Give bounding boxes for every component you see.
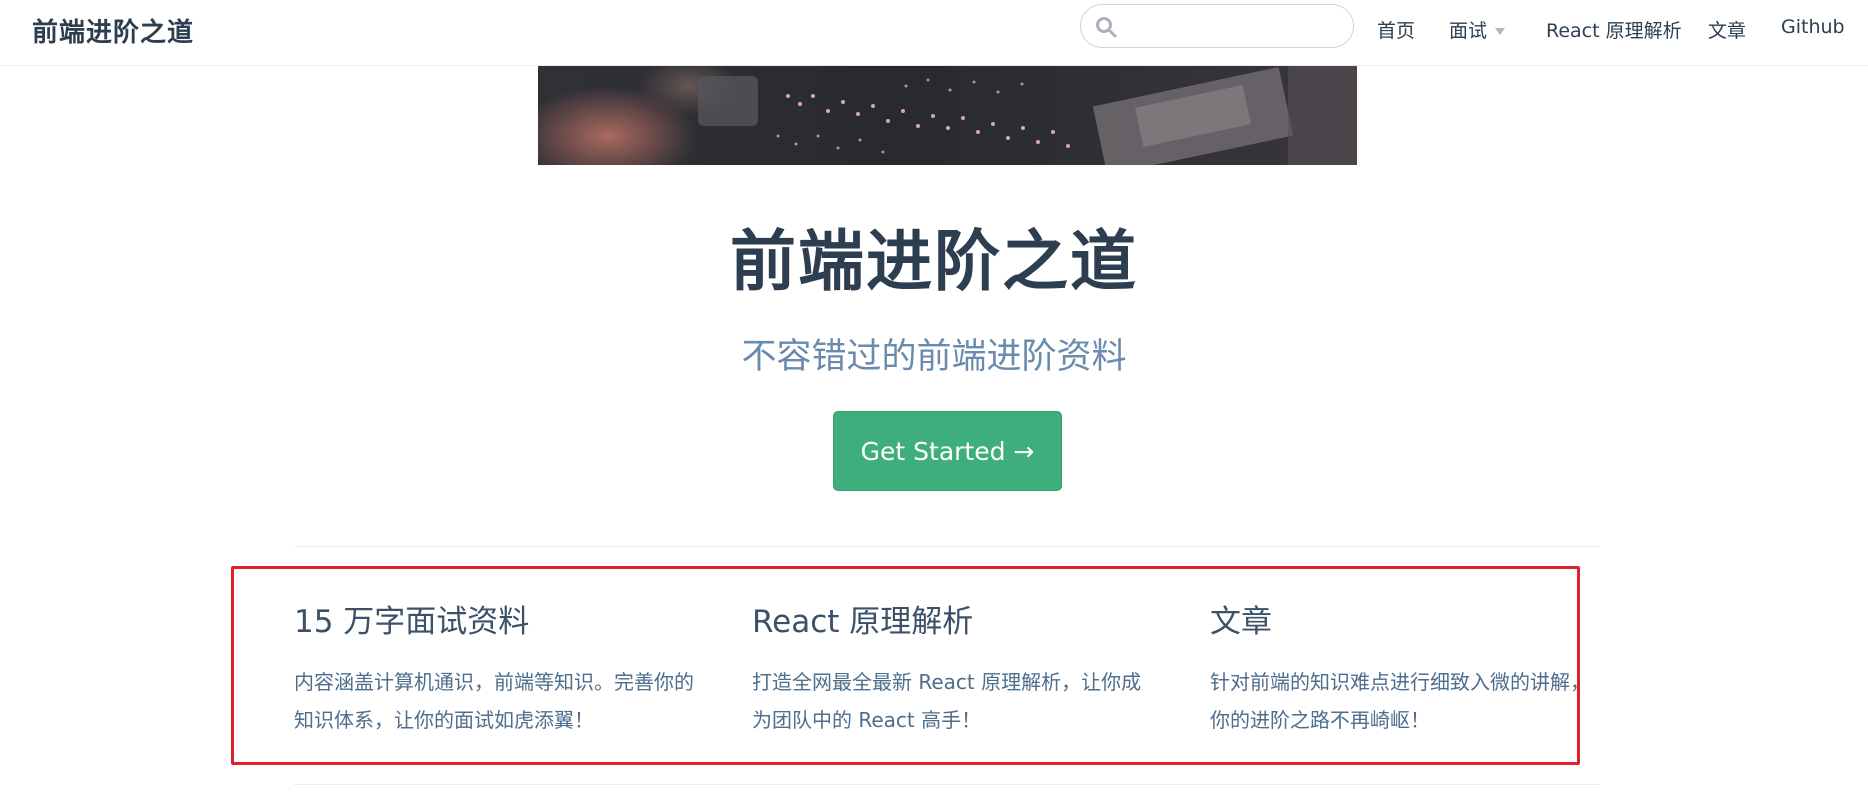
hero-tagline: 不容错过的前端进阶资料 <box>741 337 1127 377</box>
nav-link-interview[interactable]: 面试 <box>1449 16 1506 43</box>
navbar: 前端进阶之道 首页 面试 React 原理解析 文章 Github <box>0 0 1868 66</box>
hero-title: 前端进阶之道 <box>730 223 1138 300</box>
divider <box>294 546 1600 547</box>
nav-link-github[interactable]: Github <box>1781 16 1845 38</box>
circuit-board-image <box>538 66 1357 165</box>
nav-links: 首页 面试 React 原理解析 文章 Github <box>0 16 1868 46</box>
nav-link-interview-label: 面试 <box>1449 20 1488 42</box>
nav-link-articles[interactable]: 文章 <box>1708 16 1746 43</box>
divider <box>294 784 1600 785</box>
nav-link-react[interactable]: React 原理解析 <box>1546 16 1682 43</box>
get-started-button[interactable]: Get Started → <box>833 411 1062 491</box>
hero-image <box>538 66 1357 165</box>
dropdown-arrow-icon <box>1495 28 1506 35</box>
highlight-annotation-box <box>231 566 1580 765</box>
nav-link-home[interactable]: 首页 <box>1377 16 1415 43</box>
